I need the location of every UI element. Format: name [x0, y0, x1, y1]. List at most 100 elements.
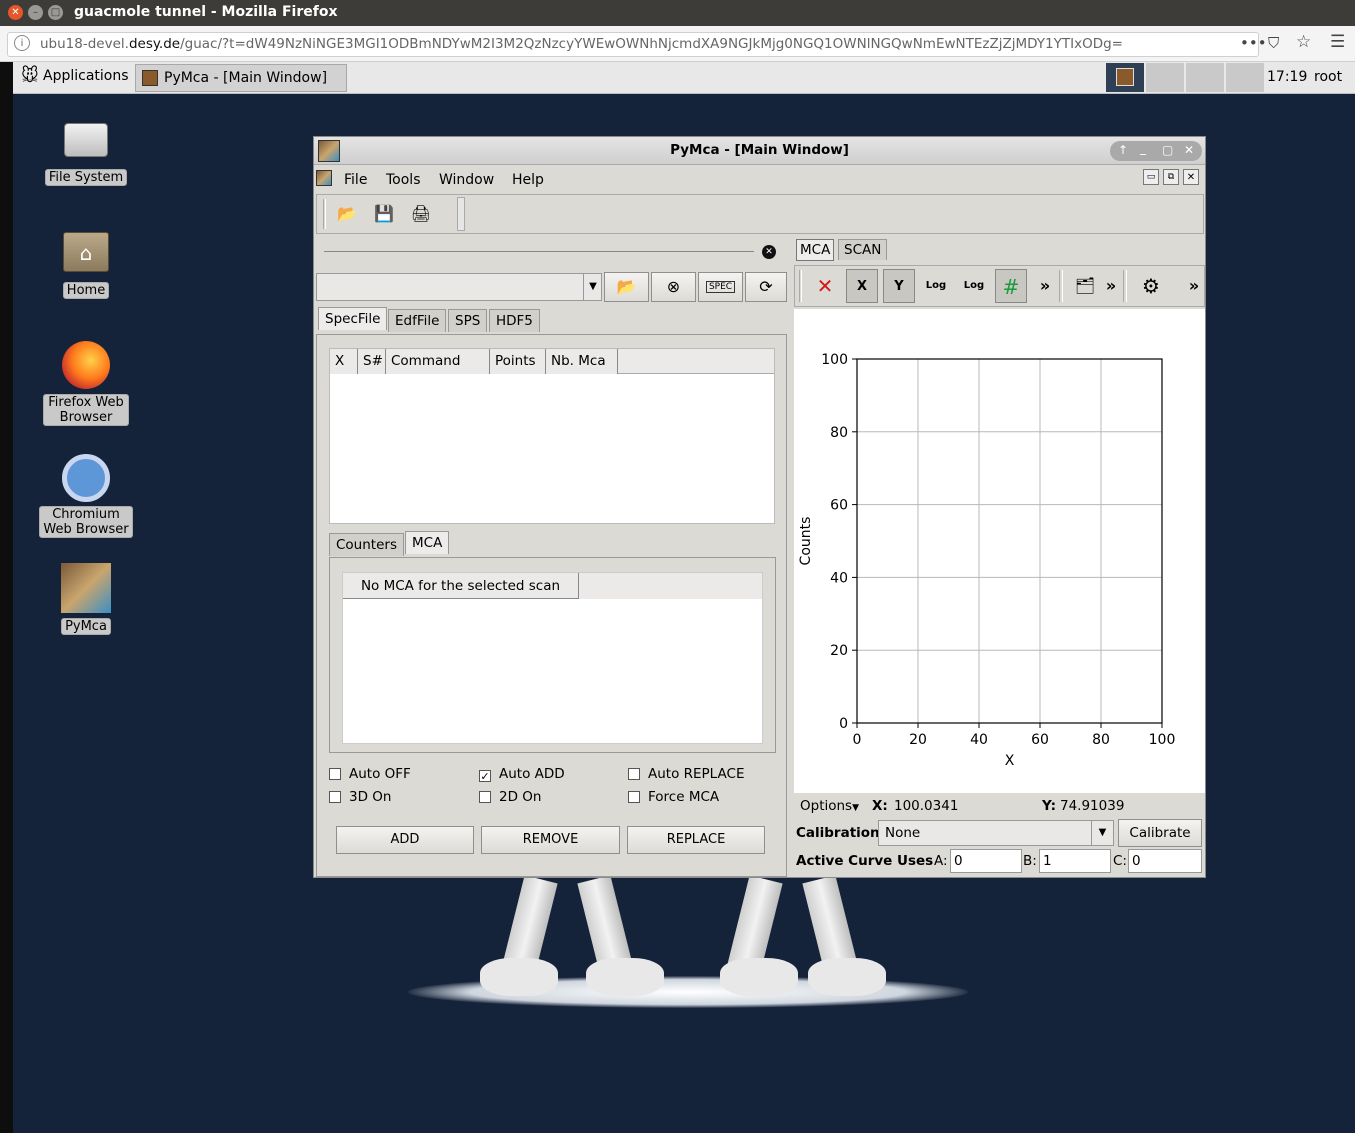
- maximize-window-button[interactable]: □: [48, 5, 63, 20]
- close-source-button[interactable]: ⊗: [651, 272, 696, 302]
- applications-menu[interactable]: 🐭 Applications: [17, 65, 133, 91]
- tab-specfile[interactable]: SpecFile: [318, 307, 388, 330]
- 3d-on-checkbox[interactable]: 3D On: [329, 789, 391, 805]
- close-source-icon[interactable]: ✕: [762, 245, 776, 259]
- options-menu[interactable]: Options▼: [800, 798, 859, 814]
- roi-icon[interactable]: 🗂: [1069, 269, 1101, 303]
- print-icon[interactable]: 🖨: [405, 197, 437, 231]
- fit-settings-icon[interactable]: ⚙: [1135, 269, 1167, 303]
- refresh-button[interactable]: ⟳: [745, 272, 787, 302]
- a-input[interactable]: 0: [950, 849, 1022, 873]
- log-x-button[interactable]: Log: [920, 269, 952, 303]
- 2d-on-checkbox[interactable]: 2D On: [479, 789, 541, 805]
- clock[interactable]: 17:19: [1267, 69, 1307, 85]
- checkbox-label: Auto OFF: [349, 766, 411, 782]
- user-menu[interactable]: root: [1314, 69, 1342, 85]
- column-x[interactable]: X: [330, 349, 358, 374]
- chevron-down-icon[interactable]: ▼: [583, 274, 602, 300]
- spec-icon: SPEC: [705, 281, 736, 293]
- tab-mca[interactable]: MCA: [405, 531, 450, 554]
- desktop-icon-chromium[interactable]: Chromium Web Browser: [38, 454, 134, 538]
- desktop-icon-file-system[interactable]: File System: [38, 123, 134, 186]
- mca-list[interactable]: No MCA for the selected scan: [342, 572, 763, 744]
- column-scan-number[interactable]: S#: [358, 349, 386, 374]
- checkbox-box: [628, 791, 640, 803]
- tab-sps[interactable]: SPS: [448, 309, 488, 332]
- desktop-icon-pymca[interactable]: PyMca: [38, 563, 134, 635]
- mdi-restore-icon[interactable]: ⧉: [1163, 169, 1179, 185]
- replace-button[interactable]: REPLACE: [627, 826, 765, 854]
- scan-table[interactable]: X S# Command Points Nb. Mca: [329, 348, 775, 524]
- open-source-button[interactable]: 📂: [604, 272, 649, 302]
- tab-counters[interactable]: Counters: [329, 533, 404, 556]
- more-tools-2[interactable]: »: [1101, 269, 1121, 303]
- desktop-icon-home[interactable]: ⌂ Home: [38, 232, 134, 299]
- auto-replace-checkbox[interactable]: Auto REPLACE: [628, 766, 744, 782]
- b-input[interactable]: 1: [1039, 849, 1111, 873]
- tab-hdf5[interactable]: HDF5: [489, 309, 540, 332]
- c-input[interactable]: 0: [1128, 849, 1202, 873]
- tab-edffile[interactable]: EdfFile: [388, 309, 447, 332]
- remove-button[interactable]: REMOVE: [481, 826, 620, 854]
- taskbar-item-pymca[interactable]: PyMca - [Main Window]: [135, 64, 347, 92]
- checkbox-box: [628, 768, 640, 780]
- mdi-minimize-icon[interactable]: ▭: [1143, 169, 1159, 185]
- log-y-button[interactable]: Log: [958, 269, 990, 303]
- calibration-label: Calibration: [796, 825, 880, 841]
- source-combobox[interactable]: ▼: [316, 273, 602, 301]
- calibrate-button[interactable]: Calibrate: [1118, 819, 1202, 847]
- workspace-3[interactable]: [1186, 63, 1224, 92]
- add-button[interactable]: ADD: [336, 826, 474, 854]
- tab-plot-mca[interactable]: MCA: [796, 239, 835, 261]
- save-icon[interactable]: 💾: [368, 197, 400, 231]
- y-autoscale-button[interactable]: Y: [883, 269, 915, 303]
- menu-window[interactable]: Window: [439, 172, 494, 188]
- shade-button[interactable]: ↑: [1118, 143, 1128, 157]
- menu-tools[interactable]: Tools: [386, 172, 421, 188]
- workspace-1[interactable]: [1106, 63, 1144, 92]
- column-points[interactable]: Points: [490, 349, 546, 374]
- pymca-titlebar[interactable]: PyMca - [Main Window] ↑ _ ▢ ✕: [314, 137, 1205, 165]
- mdi-close-icon[interactable]: ✕: [1183, 169, 1199, 185]
- chevron-down-icon[interactable]: ▼: [1091, 821, 1113, 845]
- bookmark-star-icon[interactable]: ☆: [1296, 32, 1311, 52]
- url-bar[interactable]: i ubu18-devel.desy.de/guac/?t=dW49NzNiNG…: [0, 26, 1355, 62]
- more-tools-1[interactable]: »: [1035, 269, 1055, 303]
- plot-area[interactable]: 0 20 40 60 80 100 0 20 40 60 80 100 X Counts: [794, 309, 1205, 793]
- close-button[interactable]: ✕: [1184, 143, 1194, 157]
- desktop-icon-firefox[interactable]: Firefox Web Browser: [38, 341, 134, 426]
- force-mca-checkbox[interactable]: Force MCA: [628, 789, 719, 805]
- chevron-down-icon: ▼: [852, 803, 860, 813]
- open-file-icon[interactable]: 📂: [331, 197, 363, 231]
- workspace-4[interactable]: [1226, 63, 1264, 92]
- column-nb-mca[interactable]: Nb. Mca: [546, 349, 618, 374]
- calibration-select[interactable]: None ▼: [878, 820, 1114, 846]
- column-command[interactable]: Command: [386, 349, 490, 374]
- info-icon[interactable]: i: [14, 35, 30, 51]
- tab-plot-scan[interactable]: SCAN: [838, 239, 888, 260]
- clear-icon[interactable]: ✕: [809, 269, 841, 303]
- close-window-button[interactable]: ✕: [8, 5, 23, 20]
- menu-file[interactable]: File: [344, 172, 367, 188]
- menu-help[interactable]: Help: [512, 172, 544, 188]
- workspace-2[interactable]: [1146, 63, 1184, 92]
- y-tick-label: 100: [821, 352, 848, 368]
- auto-off-checkbox[interactable]: Auto OFF: [329, 766, 411, 782]
- url-text[interactable]: ubu18-devel.desy.de/guac/?t=dW49NzNiNGE3…: [40, 36, 1123, 52]
- more-tools-3[interactable]: »: [1185, 269, 1203, 303]
- maximize-button[interactable]: ▢: [1162, 143, 1173, 157]
- taskbar-item-label: PyMca - [Main Window]: [164, 70, 328, 86]
- minimize-window-button[interactable]: –: [28, 5, 43, 20]
- page-actions-icon[interactable]: •••: [1240, 34, 1267, 52]
- spec-button[interactable]: SPEC: [698, 272, 743, 302]
- mca-plot[interactable]: 0 20 40 60 80 100 0 20 40 60 80 100 X Counts: [794, 309, 1205, 793]
- menubar: File Tools Window Help ▭ ⧉ ✕: [314, 166, 1205, 192]
- mca-page: No MCA for the selected scan: [329, 557, 776, 753]
- hamburger-menu-icon[interactable]: ☰: [1330, 32, 1345, 52]
- minimize-button[interactable]: _: [1140, 141, 1146, 155]
- x-tick-label: 20: [909, 732, 927, 748]
- x-autoscale-button[interactable]: X: [846, 269, 878, 303]
- grid-toggle-button[interactable]: #: [995, 269, 1027, 303]
- auto-add-checkbox[interactable]: ✓ Auto ADD: [479, 766, 565, 782]
- pocket-icon[interactable]: ⛉: [1268, 34, 1279, 52]
